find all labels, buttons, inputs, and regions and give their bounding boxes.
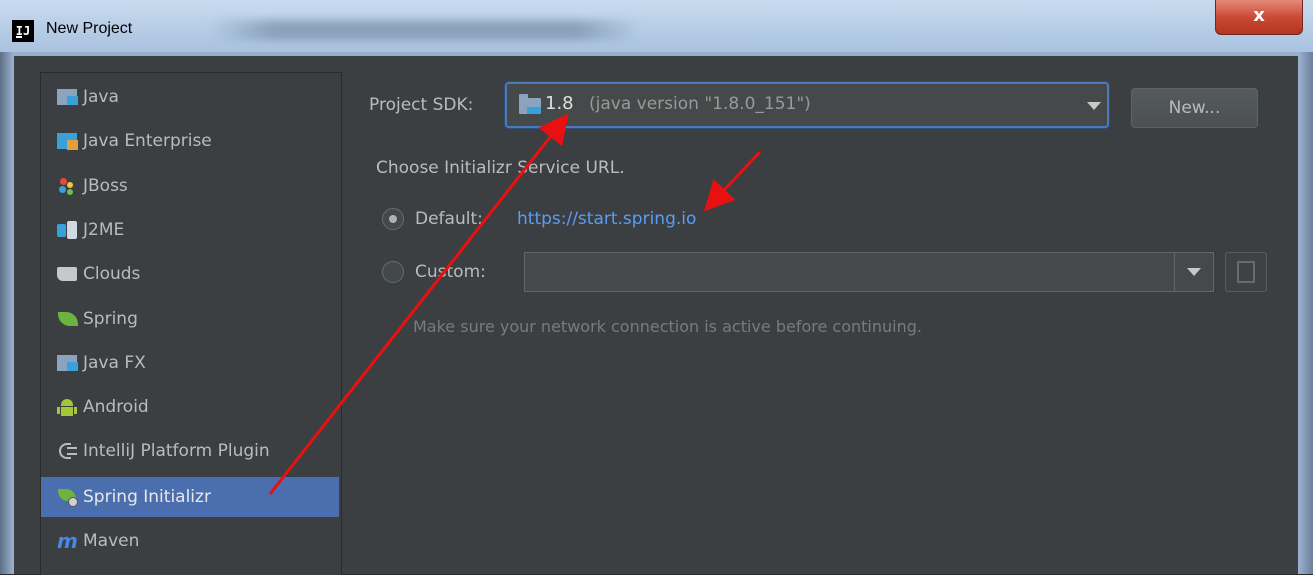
spring-leaf-icon — [57, 309, 79, 329]
android-icon — [57, 397, 79, 417]
sidebar-item-label: J2ME — [83, 220, 125, 240]
chevron-down-icon — [1187, 268, 1201, 276]
sidebar-item-label: Java — [83, 87, 119, 107]
sidebar-item-label: Spring — [83, 309, 138, 329]
sidebar-item-android[interactable]: Android — [41, 387, 339, 427]
sidebar-item-java[interactable]: Java — [41, 77, 339, 117]
custom-url-input[interactable] — [524, 252, 1174, 292]
browse-icon — [1237, 261, 1255, 283]
chevron-down-icon — [1087, 102, 1101, 110]
maven-icon: m — [57, 529, 78, 553]
sdk-description: (java version "1.8.0_151") — [589, 94, 811, 114]
sidebar-item-label: Maven — [83, 531, 140, 551]
j2me-icon — [57, 220, 79, 240]
network-note: Make sure your network connection is act… — [413, 317, 922, 336]
java-folder-icon — [57, 87, 79, 107]
javafx-folder-icon — [57, 353, 79, 373]
sidebar-item-java-enterprise[interactable]: Java Enterprise — [41, 121, 339, 161]
sidebar-item-spring[interactable]: Spring — [41, 299, 339, 339]
blurred-menu-bar — [210, 20, 640, 40]
project-sdk-label: Project SDK: — [369, 95, 474, 115]
custom-url-dropdown[interactable] — [1174, 252, 1214, 292]
java-enterprise-icon — [57, 131, 79, 151]
default-label: Default: — [415, 209, 483, 229]
title-bar[interactable]: IJ New Project x — [0, 0, 1313, 53]
window-title: New Project — [46, 20, 133, 37]
intellij-app-icon: IJ — [12, 20, 34, 42]
window-frame-left — [0, 52, 14, 574]
sidebar-item-label: JBoss — [83, 176, 128, 196]
plugin-icon — [57, 441, 79, 461]
sdk-version: 1.8 — [545, 93, 574, 114]
sidebar-item-javafx[interactable]: Java FX — [41, 343, 339, 383]
project-sdk-select[interactable]: 1.8 (java version "1.8.0_151") — [505, 82, 1109, 128]
window-frame-right — [1298, 52, 1313, 574]
default-url-link[interactable]: https://start.spring.io — [517, 209, 696, 229]
sidebar-item-clouds[interactable]: Clouds — [41, 254, 339, 294]
dialog-content: Java Java Enterprise JBoss J2ME Clouds S… — [14, 56, 1298, 575]
custom-url-radio[interactable] — [382, 261, 404, 283]
sidebar-item-label: Clouds — [83, 264, 141, 284]
sidebar-item-spring-initializr[interactable]: Spring Initializr — [41, 477, 339, 517]
new-sdk-button[interactable]: New... — [1131, 88, 1258, 128]
custom-label: Custom: — [415, 262, 486, 282]
clouds-icon — [57, 264, 79, 284]
sidebar-item-j2me[interactable]: J2ME — [41, 210, 339, 250]
sidebar-item-maven[interactable]: m Maven — [41, 521, 339, 561]
sidebar-item-intellij-platform-plugin[interactable]: IntelliJ Platform Plugin — [41, 431, 339, 471]
sidebar-item-label: Spring Initializr — [83, 487, 211, 507]
browse-button[interactable] — [1225, 252, 1267, 292]
default-url-radio[interactable] — [382, 208, 404, 230]
close-button[interactable]: x — [1215, 0, 1303, 35]
sidebar-item-jboss[interactable]: JBoss — [41, 166, 339, 206]
sidebar-item-label: Android — [83, 397, 149, 417]
spring-initializr-icon — [57, 487, 79, 507]
sidebar-item-label: Java FX — [83, 353, 146, 373]
sidebar-item-label: Java Enterprise — [83, 131, 212, 151]
service-url-heading: Choose Initializr Service URL. — [376, 158, 625, 178]
project-type-list: Java Java Enterprise JBoss J2ME Clouds S… — [40, 72, 342, 575]
sdk-folder-icon — [519, 94, 541, 114]
jboss-icon — [57, 176, 79, 196]
sidebar-item-label: IntelliJ Platform Plugin — [83, 441, 270, 461]
